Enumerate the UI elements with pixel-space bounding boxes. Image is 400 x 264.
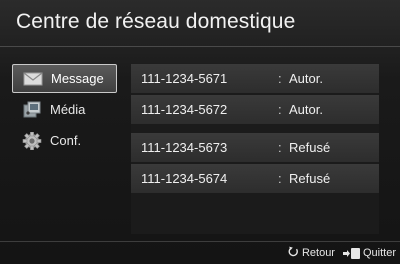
envelope-icon — [23, 70, 43, 88]
gear-icon — [22, 131, 42, 150]
separator: : — [278, 71, 282, 86]
device-number: 111-1234-5673 — [141, 140, 228, 155]
menu-item-message[interactable]: Message — [12, 64, 117, 93]
media-icon — [22, 101, 42, 119]
device-number: 111-1234-5672 — [141, 102, 228, 117]
title-divider — [0, 46, 400, 47]
page-title: Centre de réseau domestique — [16, 10, 296, 33]
exit-icon — [342, 247, 360, 259]
separator: : — [278, 171, 282, 186]
menu-item-settings[interactable]: Conf. — [12, 126, 117, 155]
device-list: 111-1234-5671 : Autor. 111-1234-5672 : A… — [131, 64, 379, 234]
exit-label: Quitter — [362, 247, 396, 259]
home-network-center-screen: Centre de réseau domestique Message Médi… — [0, 0, 400, 264]
device-status: Autor. — [289, 102, 323, 117]
side-menu: Message Média Conf. — [12, 64, 117, 157]
footer-divider — [0, 241, 400, 242]
footer-bar: Retour Quitter — [288, 244, 396, 262]
device-status: Refusé — [289, 171, 331, 186]
return-icon — [288, 246, 299, 260]
exit-button[interactable]: Quitter — [342, 247, 396, 259]
device-row[interactable]: 111-1234-5673 : Refusé — [131, 133, 379, 163]
device-status: Autor. — [289, 71, 323, 86]
menu-item-label: Conf. — [50, 133, 82, 148]
separator: : — [278, 102, 282, 117]
device-number: 111-1234-5671 — [141, 71, 228, 86]
menu-item-media[interactable]: Média — [12, 95, 117, 124]
device-row[interactable]: 111-1234-5674 : Refusé — [131, 164, 379, 194]
device-row[interactable]: 111-1234-5672 : Autor. — [131, 95, 379, 125]
device-row[interactable]: 111-1234-5671 : Autor. — [131, 64, 379, 94]
menu-item-label: Message — [51, 71, 104, 86]
return-label: Retour — [301, 247, 335, 259]
device-number: 111-1234-5674 — [141, 171, 228, 186]
menu-item-label: Média — [50, 102, 86, 117]
return-button[interactable]: Retour — [288, 246, 335, 260]
device-status: Refusé — [289, 140, 331, 155]
separator: : — [278, 140, 282, 155]
